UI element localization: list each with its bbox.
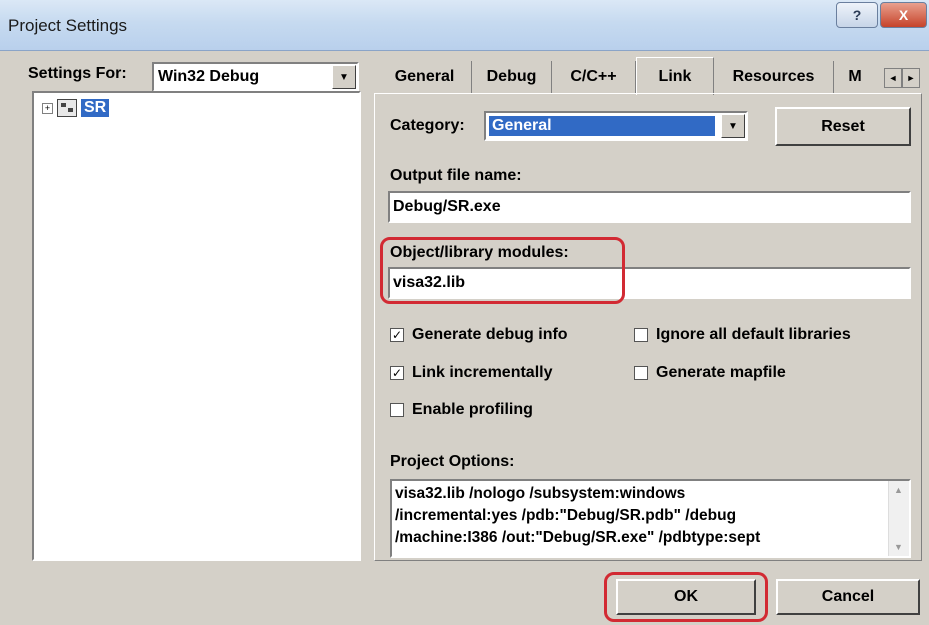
project-tree[interactable]: + SR: [32, 91, 361, 561]
scroll-right-icon[interactable]: ►: [902, 68, 920, 88]
tab-label: General: [394, 68, 455, 85]
checkbox-label: Enable profiling: [412, 401, 533, 418]
output-file-label: Output file name:: [390, 167, 522, 184]
options-scrollbar[interactable]: ▲ ▼: [888, 481, 909, 556]
reset-button-label: Reset: [821, 117, 865, 135]
help-button[interactable]: ?: [836, 2, 878, 28]
checkbox-box[interactable]: [634, 328, 648, 342]
help-icon: ?: [852, 7, 862, 23]
reset-button[interactable]: Reset: [775, 107, 911, 146]
tab-label: M: [848, 68, 862, 85]
tab-scroll-buttons: ◄ ►: [884, 68, 920, 88]
tab-more[interactable]: M: [834, 61, 876, 93]
project-icon: [57, 99, 77, 117]
checkbox-box[interactable]: ✓: [390, 366, 404, 380]
checkbox-box[interactable]: ✓: [390, 328, 404, 342]
category-dropdown[interactable]: General ▼: [484, 111, 748, 141]
link-incrementally-checkbox[interactable]: ✓ Link incrementally: [390, 364, 553, 382]
expand-icon[interactable]: +: [42, 102, 53, 114]
title-bar: Project Settings ? X: [0, 0, 929, 51]
tab-debug[interactable]: Debug: [472, 61, 552, 93]
window-title: Project Settings: [8, 16, 128, 35]
category-value: General: [489, 116, 715, 136]
dialog-content: Settings For: Win32 Debug ▼ + SR General…: [4, 51, 925, 622]
close-icon: X: [898, 7, 909, 23]
tree-item-label: SR: [81, 99, 110, 117]
checkbox-label: Generate debug info: [412, 326, 568, 343]
checkbox-box[interactable]: [390, 403, 404, 417]
cancel-button-label: Cancel: [821, 588, 875, 605]
close-button[interactable]: X: [880, 2, 927, 28]
tab-general[interactable]: General: [378, 61, 472, 93]
chevron-down-icon[interactable]: ▼: [721, 114, 745, 138]
configuration-value: Win32 Debug: [158, 68, 260, 85]
checkbox-label: Generate mapfile: [656, 364, 786, 381]
tab-resources[interactable]: Resources: [714, 61, 834, 93]
ignore-default-libraries-checkbox[interactable]: Ignore all default libraries: [634, 326, 851, 344]
chevron-down-icon[interactable]: ▼: [332, 65, 356, 89]
tab-label: Debug: [486, 68, 537, 85]
scroll-up-icon[interactable]: ▲: [894, 485, 903, 495]
enable-profiling-checkbox[interactable]: Enable profiling: [390, 401, 533, 419]
modules-highlight: [380, 237, 625, 304]
project-options-label: Project Options:: [390, 453, 515, 470]
generate-mapfile-checkbox[interactable]: Generate mapfile: [634, 364, 786, 382]
tab-label: Resources: [732, 68, 815, 85]
project-options-value: visa32.lib /nologo /subsystem:windows /i…: [395, 485, 761, 546]
tab-c-cpp[interactable]: C/C++: [552, 61, 636, 93]
project-options-textarea[interactable]: visa32.lib /nologo /subsystem:windows /i…: [390, 479, 911, 558]
tree-item-sr[interactable]: + SR: [42, 99, 110, 117]
tab-label: Link: [658, 67, 692, 85]
generate-debug-info-checkbox[interactable]: ✓ Generate debug info: [390, 326, 568, 344]
tab-label: C/C++: [570, 68, 617, 85]
scroll-down-icon[interactable]: ▼: [894, 542, 903, 552]
output-file-input[interactable]: Debug/SR.exe: [388, 191, 911, 223]
configuration-dropdown[interactable]: Win32 Debug ▼: [152, 62, 359, 92]
category-label: Category:: [390, 117, 465, 134]
scroll-left-icon[interactable]: ◄: [884, 68, 902, 88]
checkbox-label: Ignore all default libraries: [656, 326, 851, 343]
checkbox-box[interactable]: [634, 366, 648, 380]
cancel-button[interactable]: Cancel: [776, 579, 920, 615]
project-settings-dialog: Project Settings ? X Settings For: Win32…: [0, 0, 929, 625]
ok-highlight: [604, 572, 768, 622]
checkbox-label: Link incrementally: [412, 364, 553, 381]
settings-for-label: Settings For:: [28, 65, 127, 82]
tab-link[interactable]: Link: [636, 57, 714, 95]
